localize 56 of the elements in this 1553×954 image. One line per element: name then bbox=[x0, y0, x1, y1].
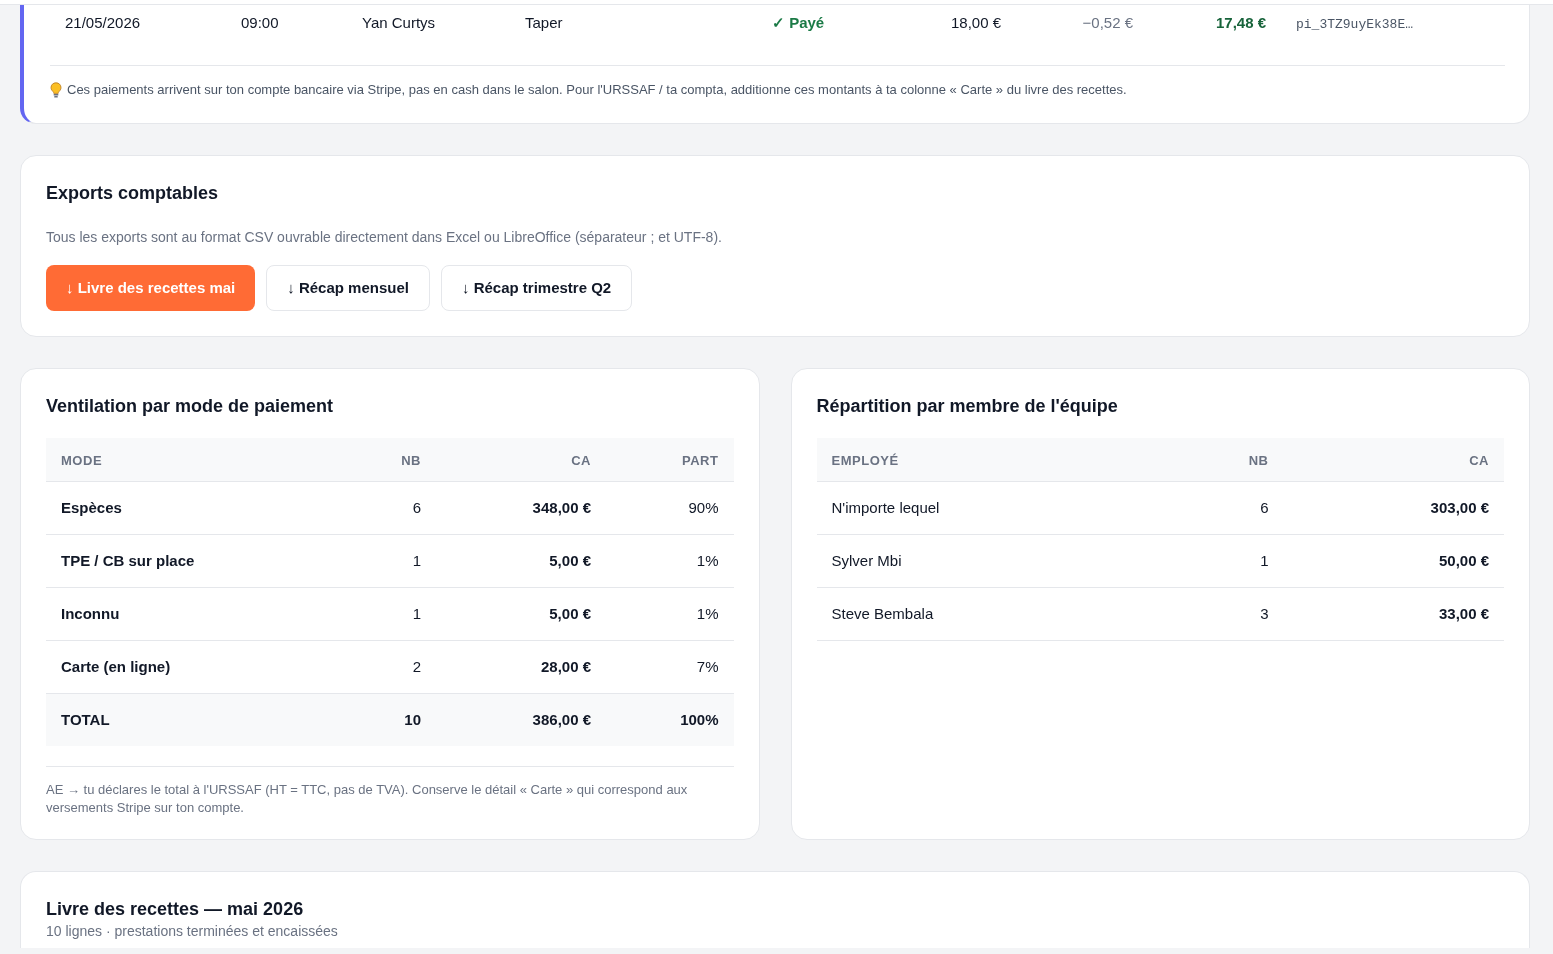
column-header: NB bbox=[401, 452, 421, 468]
section-title: Répartition par membre de l'équipe bbox=[816, 395, 1119, 418]
table-cell: 3 bbox=[1260, 605, 1269, 622]
table-cell: Steve Bembala bbox=[831, 605, 934, 622]
table-cell: 6 bbox=[1260, 499, 1269, 516]
column-header: EMPLOYÉ bbox=[831, 452, 899, 468]
table-cell: 2 bbox=[412, 658, 421, 675]
table-cell: 348,00 € bbox=[532, 499, 591, 516]
table-cell: TPE / CB sur place bbox=[61, 552, 195, 569]
table-cell: Inconnu bbox=[61, 605, 120, 622]
table-cell: 1 bbox=[1260, 552, 1269, 569]
section-title: Livre des recettes — mai 2026 bbox=[46, 898, 305, 921]
table-cell: 21/05/2026 bbox=[65, 13, 141, 33]
section-subtitle: 10 lignes · prestations terminées et encaissées bbox=[46, 922, 339, 941]
table-cell: 18,00 € bbox=[950, 13, 1001, 33]
table-cell: 1% bbox=[696, 605, 719, 622]
table-cell: 5,00 € bbox=[549, 605, 591, 622]
table-cell: Taper bbox=[525, 13, 563, 33]
column-header: CA bbox=[571, 452, 591, 468]
table-cell: 28,00 € bbox=[540, 658, 591, 675]
table-cell: 6 bbox=[412, 499, 421, 516]
table-cell: −0,52 € bbox=[1082, 13, 1133, 33]
table-cell: 7% bbox=[696, 658, 719, 675]
footnote: AE → tu déclares le total à l'URSSAF (HT = TTC, pas de TVA). Conserve le détail « Carte » qui correspond aux versements Stripe sur ton compte. bbox=[46, 781, 689, 817]
table-cell: Sylver Mbi bbox=[831, 552, 902, 569]
table-cell: 5,00 € bbox=[549, 552, 591, 569]
table-cell: 09:00 bbox=[241, 13, 279, 33]
column-header: MODE bbox=[61, 452, 103, 468]
export-button[interactable]: ↓ Récap trimestre Q2 bbox=[441, 265, 633, 311]
column-header: PART bbox=[682, 452, 719, 468]
table-cell: 50,00 € bbox=[1438, 552, 1489, 569]
lightbulb-icon bbox=[50, 82, 62, 98]
table-cell: 1% bbox=[696, 552, 719, 569]
table-cell: 10 bbox=[404, 711, 421, 728]
table-cell: N'importe lequel bbox=[831, 499, 940, 516]
table-cell: 100% bbox=[680, 711, 719, 728]
table-cell: 33,00 € bbox=[1438, 605, 1489, 622]
table-cell: TOTAL bbox=[61, 711, 110, 728]
section-description: Tous les exports sont au format CSV ouvrable directement dans Excel ou LibreOffice (séparateur ; et UTF-8). bbox=[46, 228, 723, 247]
table-cell: 17,48 € bbox=[1215, 13, 1266, 33]
table-cell: Yan Curtys bbox=[362, 13, 436, 33]
section-title: Exports comptables bbox=[46, 182, 220, 205]
column-header: NB bbox=[1248, 452, 1269, 468]
table-cell: Carte (en ligne) bbox=[61, 658, 171, 675]
section-title: Ventilation par mode de paiement bbox=[46, 395, 335, 418]
status-label: ✓ Payé bbox=[772, 13, 825, 33]
table-cell: 386,00 € bbox=[532, 711, 591, 728]
info-note: Ces paiements arrivent sur ton compte bancaire via Stripe, pas en cash dans le salon. Pour l'URSSAF / ta compta, additionne ces montants à ta colonne « Carte » du livre des recettes. bbox=[67, 81, 1127, 99]
table-cell: 90% bbox=[688, 499, 719, 516]
table-cell: 1 bbox=[412, 605, 421, 622]
column-header: CA bbox=[1469, 452, 1489, 468]
table-cell: Espèces bbox=[61, 499, 122, 516]
export-button[interactable]: ↓ Récap mensuel bbox=[266, 265, 430, 311]
table-cell: 1 bbox=[412, 552, 421, 569]
table-cell-text: pi_3TZ9uyEk38E… bbox=[1296, 16, 1414, 34]
table-cell: 303,00 € bbox=[1430, 499, 1489, 516]
